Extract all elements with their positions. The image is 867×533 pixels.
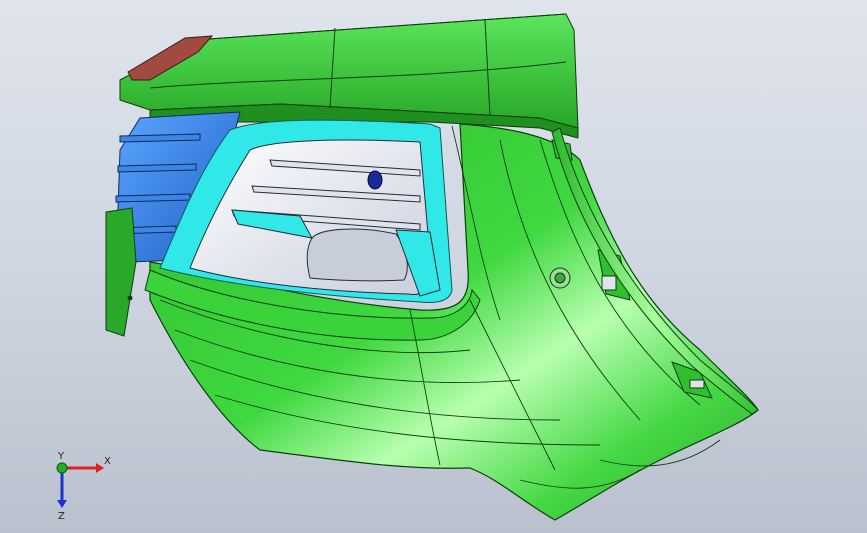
z-axis-label: Z (58, 511, 65, 522)
y-axis-label: Y (57, 452, 65, 462)
x-axis-label: X (104, 456, 111, 467)
cad-viewport[interactable]: X Y Z (0, 0, 867, 533)
z-arrow-head (57, 500, 67, 508)
sensor-emblem (367, 170, 383, 190)
axis-triad: X Y Z (56, 452, 111, 522)
x-arrow-head (96, 463, 104, 473)
mount-bracket (105, 207, 137, 337)
bumper-model[interactable] (0, 0, 867, 533)
fog-lamp-hole (306, 228, 408, 282)
y-axis-dot (56, 462, 68, 474)
